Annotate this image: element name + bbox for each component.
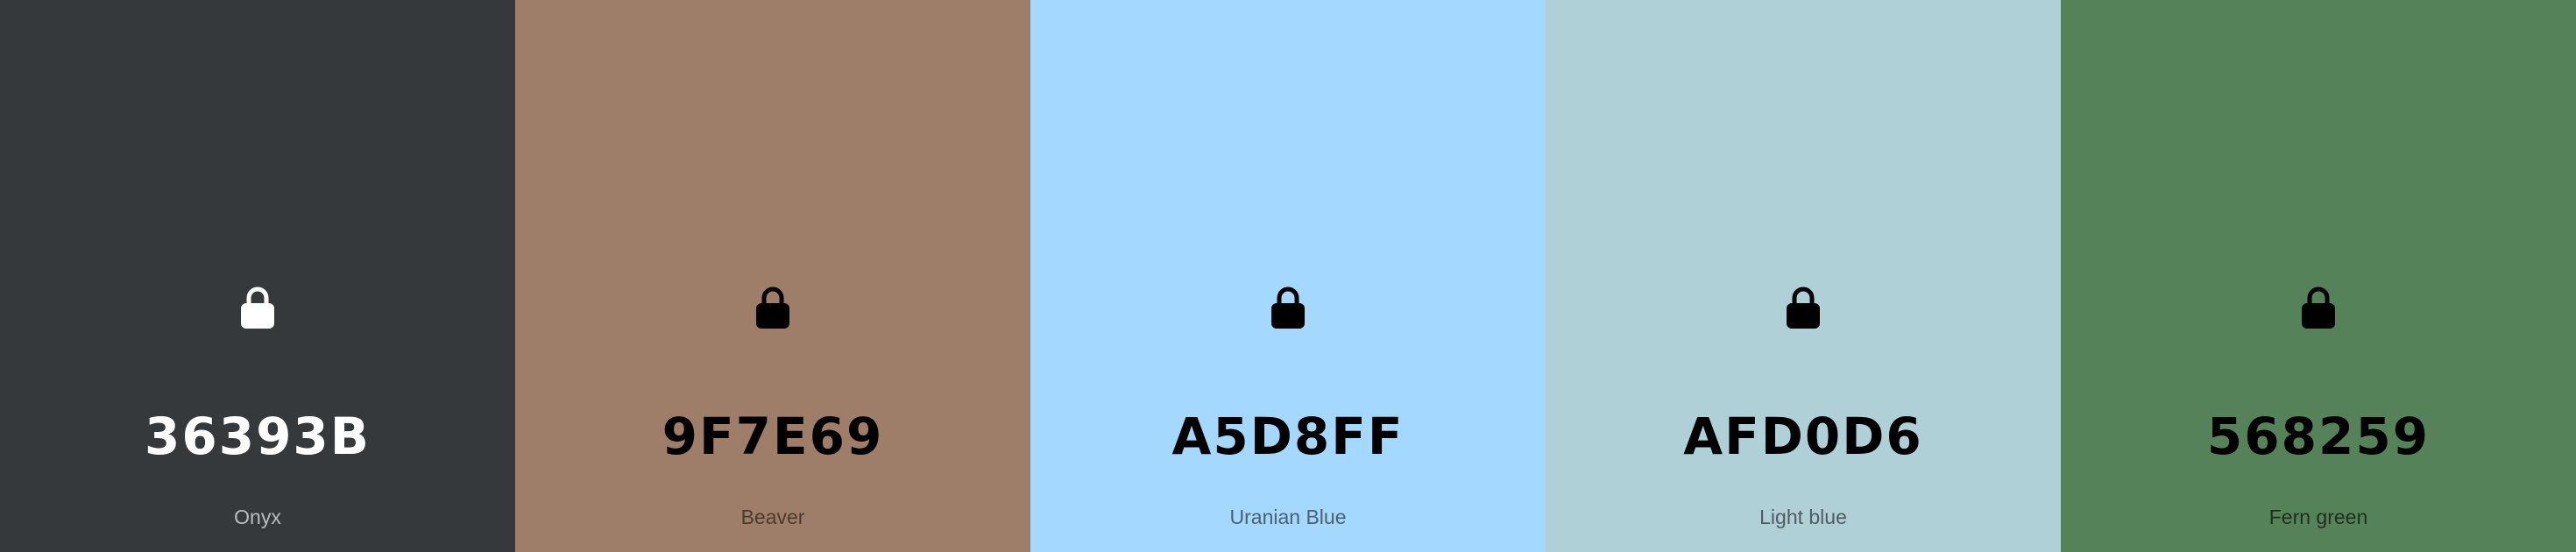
color-swatch-beaver[interactable]: 9F7E69 Beaver — [515, 0, 1030, 552]
color-swatch-uranian-blue[interactable]: A5D8FF Uranian Blue — [1030, 0, 1546, 552]
lock-icon[interactable] — [1270, 285, 1306, 329]
color-palette: 36393B Onyx 9F7E69 Beaver A5D8FF Uranian… — [0, 0, 2576, 552]
hex-code[interactable]: AFD0D6 — [1546, 406, 2061, 467]
lock-icon[interactable] — [1785, 285, 1822, 329]
color-swatch-light-blue[interactable]: AFD0D6 Light blue — [1546, 0, 2061, 552]
lock-icon[interactable] — [239, 285, 276, 329]
color-swatch-fern-green[interactable]: 568259 Fern green — [2061, 0, 2576, 552]
hex-code[interactable]: 568259 — [2061, 406, 2576, 467]
color-name[interactable]: Fern green — [2061, 504, 2576, 530]
lock-icon[interactable] — [754, 285, 791, 329]
color-name[interactable]: Uranian Blue — [1030, 504, 1546, 530]
color-swatch-onyx[interactable]: 36393B Onyx — [0, 0, 515, 552]
hex-code[interactable]: A5D8FF — [1030, 406, 1546, 467]
color-name[interactable]: Onyx — [0, 504, 515, 530]
lock-icon[interactable] — [2300, 285, 2337, 329]
hex-code[interactable]: 36393B — [0, 406, 515, 467]
color-name[interactable]: Light blue — [1546, 504, 2061, 530]
color-name[interactable]: Beaver — [515, 504, 1030, 530]
hex-code[interactable]: 9F7E69 — [515, 406, 1030, 467]
